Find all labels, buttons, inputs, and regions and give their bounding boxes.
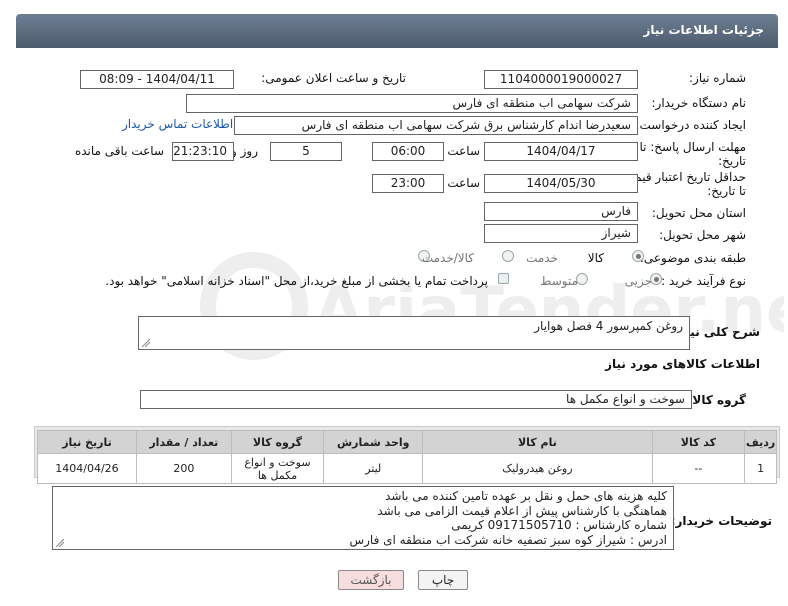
page-header: جزئیات اطلاعات نیاز xyxy=(16,14,778,48)
print-button[interactable]: چاپ xyxy=(418,570,468,590)
buyer-note-line: شماره کارشناس : 09171505710 کریمی xyxy=(451,518,667,532)
process-medium-label: متوسط xyxy=(540,274,578,288)
cell-date: 1404/04/26 xyxy=(37,453,137,484)
process-label: نوع فرآیند خرید : xyxy=(661,274,746,288)
goods-group-label: گروه کالا: xyxy=(687,393,746,407)
buyer-notes-label: توضیحات خریدار: xyxy=(670,514,772,528)
col-group: گروه کالا xyxy=(230,430,325,454)
category-label: طبقه بندی موضوعی: xyxy=(639,251,746,265)
buyer-note-line: ادرس : شیراز کوه سبز تصفیه خانه شرکت اب … xyxy=(349,532,667,547)
process-partial-label: جزیی xyxy=(624,274,652,288)
treasury-payment-note: پرداخت تمام یا بخشی از مبلغ خرید،از محل … xyxy=(105,274,488,288)
buyer-notes-textarea: کلیه هزینه های حمل و نقل بر عهده تامین ک… xyxy=(52,486,674,550)
announce-field: 1404/04/11 - 08:09 xyxy=(80,70,234,89)
col-row: ردیف xyxy=(744,430,777,454)
cell-quantity: 200 xyxy=(135,453,232,484)
contact-buyer-link[interactable]: اطلاعات تماس خریدار xyxy=(122,117,233,131)
creator-label: ایجاد کننده درخواست: xyxy=(635,118,746,132)
treasury-payment-checkbox[interactable] xyxy=(498,273,509,284)
resize-handle-icon[interactable] xyxy=(142,339,150,347)
table-row: 1 -- روغن هیدرولیک لیتر سوخت و انواع مکم… xyxy=(37,453,777,484)
goods-group-field: سوخت و انواع مکمل ها xyxy=(140,390,692,409)
validity-date-field: 1404/05/30 xyxy=(484,174,638,193)
cell-name: روغن هیدرولیک xyxy=(422,453,653,484)
deadline-time-label: ساعت xyxy=(447,144,480,158)
days-remaining-field: 5 xyxy=(270,142,342,161)
need-number-label: شماره نیاز: xyxy=(689,71,746,85)
cell-code: -- xyxy=(651,453,746,484)
cell-unit: لیتر xyxy=(323,453,424,484)
buyer-org-field: شرکت سهامی اب منطقه ای فارس xyxy=(186,94,638,113)
buyer-note-line: کلیه هزینه های حمل و نقل بر عهده تامین ک… xyxy=(385,489,667,503)
days-label: روز و xyxy=(231,144,258,158)
page-frame: جزئیات اطلاعات نیاز AriaTender.net شماره… xyxy=(4,4,784,602)
category-service-radio[interactable] xyxy=(502,250,514,262)
col-date: تاریخ نیاز xyxy=(37,430,137,454)
category-goods-label: کالا xyxy=(587,251,604,265)
category-goods-service-label: کالا/خدمت xyxy=(421,251,474,265)
announce-label: تاریخ و ساعت اعلان عمومی: xyxy=(261,71,406,85)
back-button[interactable]: بازگشت xyxy=(338,570,404,590)
col-quantity: تعداد / مقدار xyxy=(135,430,232,454)
category-service-label: خدمت xyxy=(526,251,558,265)
deadline-time-field: 06:00 xyxy=(372,142,444,161)
buyer-note-line: هماهنگی با کارشناس پیش از اعلام قیمت الز… xyxy=(377,503,667,518)
cell-row: 1 xyxy=(744,453,777,484)
page-title: جزئیات اطلاعات نیاز xyxy=(643,23,764,37)
description-textarea: روغن کمپرسور 4 فصل هوایار xyxy=(138,316,690,350)
goods-table: ردیف کد کالا نام کالا واحد شمارش گروه کا… xyxy=(37,430,777,484)
cell-group: سوخت و انواع مکمل ها xyxy=(230,453,325,484)
description-text: روغن کمپرسور 4 فصل هوایار xyxy=(534,319,683,333)
goods-section-title: اطلاعات کالاهای مورد نیاز xyxy=(605,357,760,371)
col-unit: واحد شمارش xyxy=(323,430,424,454)
resize-handle-icon[interactable] xyxy=(56,539,64,547)
remaining-time-label: ساعت باقی مانده xyxy=(74,144,164,158)
province-field: فارس xyxy=(484,202,638,221)
table-header-row: ردیف کد کالا نام کالا واحد شمارش گروه کا… xyxy=(37,430,777,454)
province-label: استان محل تحویل: xyxy=(651,206,746,220)
creator-field: سعیدرضا اندام کارشناس برق شرکت سهامی اب … xyxy=(234,116,638,135)
need-number-field: 1104000019000027 xyxy=(484,70,638,89)
col-code: کد کالا xyxy=(651,430,746,454)
buyer-org-label: نام دستگاه خریدار: xyxy=(651,96,747,110)
city-label: شهر محل تحویل: xyxy=(659,228,746,242)
category-goods-radio[interactable] xyxy=(632,250,644,262)
city-field: شیراز xyxy=(484,224,638,243)
col-name: نام کالا xyxy=(422,430,653,454)
deadline-date-field: 1404/04/17 xyxy=(484,142,638,161)
validity-time-label: ساعت xyxy=(447,176,480,190)
remaining-time-field: 21:23:10 xyxy=(172,142,234,161)
validity-time-field: 23:00 xyxy=(372,174,444,193)
